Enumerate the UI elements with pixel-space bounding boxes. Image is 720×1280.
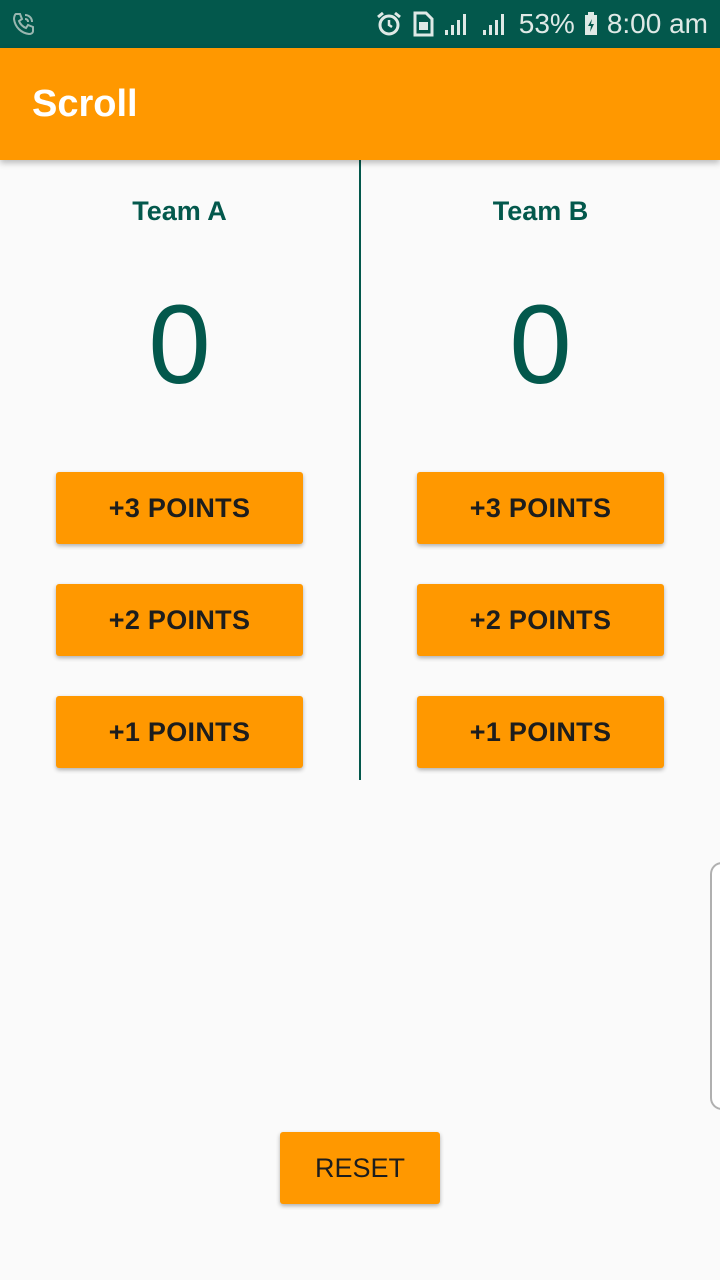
clock-time: 8:00 am — [606, 8, 708, 39]
status-indicators: 53% 8:00 am — [375, 0, 708, 48]
team-b-score: 0 — [509, 282, 572, 407]
team-a-score: 0 — [148, 282, 211, 407]
reset-button[interactable]: RESET — [280, 1132, 440, 1204]
sim-icon — [411, 10, 435, 38]
app-bar: Scroll — [0, 48, 720, 160]
battery-percent: 53% — [518, 8, 575, 39]
team-b-plus1-button[interactable]: +1 POINTS — [417, 696, 664, 768]
team-a-panel: Team A 0 +3 POINTS +2 POINTS +1 POINTS — [0, 160, 359, 780]
alarm-icon — [375, 10, 403, 38]
edge-panel-handle[interactable] — [710, 862, 720, 1110]
signal-icon — [443, 10, 473, 38]
team-a-plus3-button[interactable]: +3 POINTS — [56, 472, 303, 544]
signal-icon — [481, 10, 511, 38]
team-b-name: Team B — [492, 196, 589, 226]
wifi-call-icon — [10, 10, 38, 38]
team-a-plus2-button[interactable]: +2 POINTS — [56, 584, 303, 656]
battery-icon — [583, 10, 599, 38]
team-b-panel: Team B 0 +3 POINTS +2 POINTS +1 POINTS — [361, 160, 720, 780]
team-b-plus3-button[interactable]: +3 POINTS — [417, 472, 664, 544]
status-bar: 53% 8:00 am — [0, 0, 720, 48]
team-a-name: Team A — [132, 196, 227, 226]
team-a-plus1-button[interactable]: +1 POINTS — [56, 696, 303, 768]
app-title: Scroll — [32, 82, 138, 125]
team-b-plus2-button[interactable]: +2 POINTS — [417, 584, 664, 656]
